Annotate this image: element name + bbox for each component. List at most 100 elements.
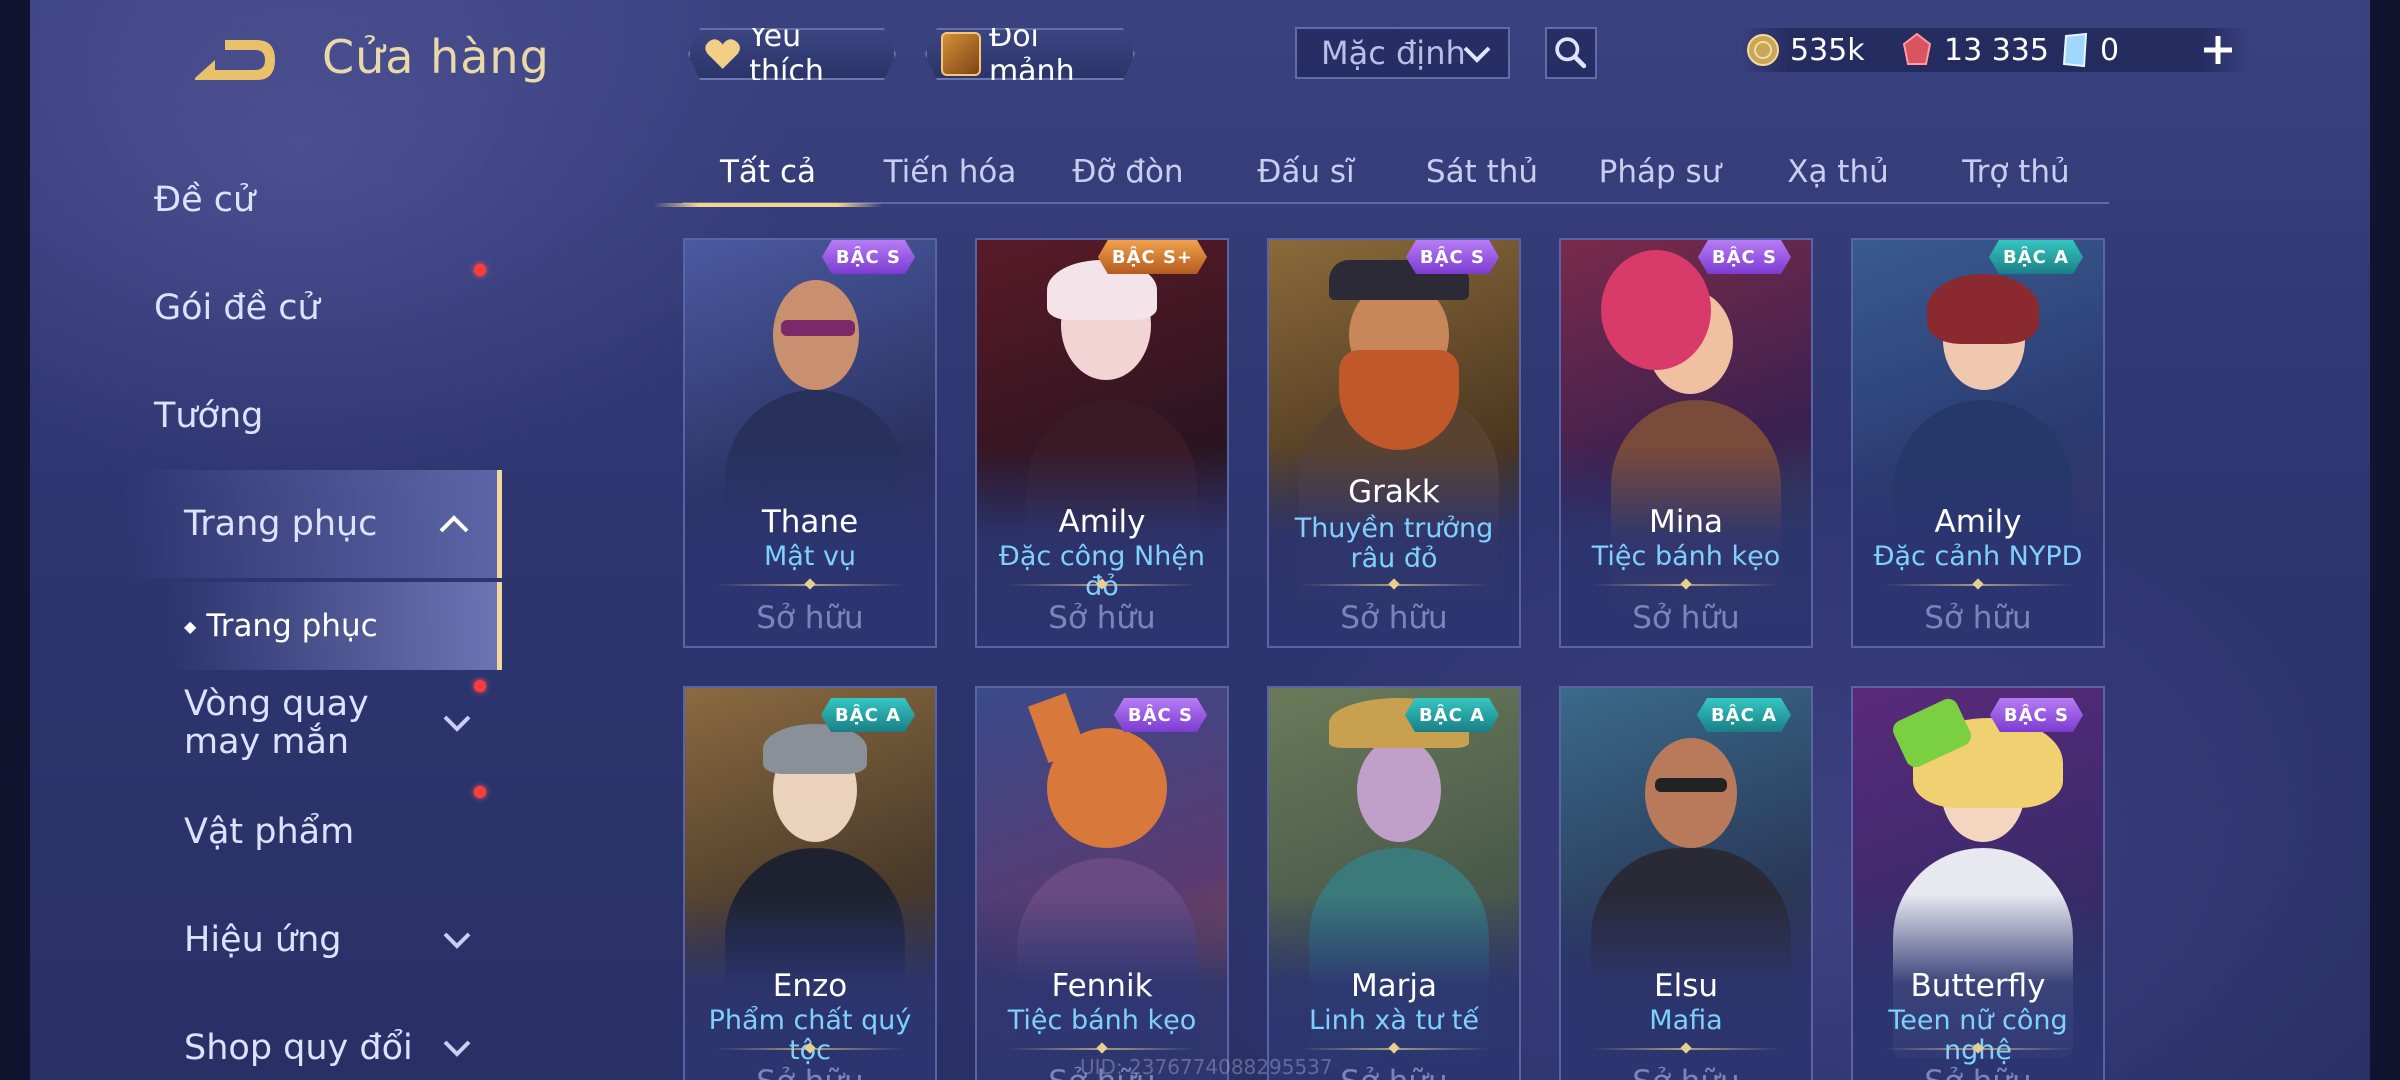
- tab-mage[interactable]: Pháp sư: [1575, 140, 1745, 204]
- ownership-status: Sở hữu: [756, 600, 864, 636]
- gold-coin-icon: [1747, 34, 1779, 66]
- skin-name: Linh xà tư tế: [1309, 1005, 1479, 1036]
- sidebar-item-skins[interactable]: Trang phục: [30, 470, 502, 578]
- tab-tank[interactable]: Đỡ đòn: [1043, 140, 1213, 204]
- tier-badge: BẬC S: [1990, 698, 2083, 732]
- skin-card[interactable]: BẬC S Mina Tiệc bánh kẹo Sở hữu: [1559, 238, 1813, 648]
- sidebar-subitem-skins[interactable]: ◆ Trang phục: [30, 582, 502, 670]
- hero-name: Amily: [1934, 504, 2022, 540]
- skin-card[interactable]: BẬC A Marja Linh xà tư tế Sở hữu: [1267, 686, 1521, 1080]
- tab-assassin[interactable]: Sát thủ: [1397, 140, 1567, 204]
- skin-name: Teen nữ công nghệ: [1888, 1005, 2068, 1066]
- search-icon[interactable]: [1545, 27, 1597, 79]
- card-divider: [1299, 1048, 1489, 1050]
- shard-chest-icon: [941, 32, 981, 76]
- tab-fighter[interactable]: Đấu sĩ: [1221, 140, 1391, 204]
- skin-card[interactable]: BẬC S Butterfly Teen nữ công nghệ Sở hữu: [1851, 686, 2105, 1080]
- ownership-status: Sở hữu: [1853, 1064, 2103, 1080]
- chevron-up-icon: [439, 515, 469, 533]
- card-divider: [1883, 1048, 2073, 1050]
- tier-badge: BẬC S: [1698, 240, 1791, 274]
- sidebar-item-heroes[interactable]: Tướng: [0, 362, 472, 470]
- sidebar-item-label: Vật phẩm: [184, 812, 355, 852]
- skin-name: Đặc công Nhện đỏ: [998, 541, 1206, 602]
- favorites-label: Yêu thích: [749, 19, 824, 89]
- sidebar-item-featured[interactable]: Đề cử: [0, 146, 472, 254]
- hero-name: Marja: [1350, 968, 1438, 1004]
- sidebar-item-label: Hiệu ứng: [184, 920, 342, 960]
- sidebar-item-label: Gói đề cử: [154, 288, 320, 328]
- sidebar-item-items[interactable]: Vật phẩm: [30, 778, 502, 886]
- skin-card[interactable]: BẬC S Thane Mật vụ Sở hữu: [683, 238, 937, 648]
- sidebar-item-effects[interactable]: Hiệu ứng: [30, 886, 502, 994]
- skin-name: Tiệc bánh kẹo: [1007, 1005, 1197, 1036]
- shop-screen: Cửa hàng Yêu thích Đổi mảnh Mặc định 535…: [0, 0, 2400, 1080]
- shard-exchange-button[interactable]: Đổi mảnh: [925, 28, 1135, 80]
- skin-name: Thuyền trưởng râu đỏ: [1294, 513, 1494, 574]
- voucher-amount: 13 335: [1944, 32, 2049, 68]
- uid-watermark: UID: 2376774088295537: [1080, 1055, 1333, 1079]
- sort-dropdown[interactable]: Mặc định: [1295, 27, 1510, 79]
- ticket-amount: 0: [2100, 32, 2120, 68]
- back-arrow-icon[interactable]: [185, 30, 280, 90]
- chevron-down-icon: [443, 1040, 471, 1057]
- sidebar-item-label: Shop quy đổi: [184, 1028, 413, 1068]
- skin-card[interactable]: BẬC A Amily Đặc cảnh NYPD Sở hữu: [1851, 238, 2105, 648]
- tier-badge: BẬC S: [1406, 240, 1499, 274]
- skin-name: Mafia: [1649, 1005, 1723, 1036]
- role-tabs: Tất cả Tiến hóa Đỡ đòn Đấu sĩ Sát thủ Ph…: [653, 140, 2109, 207]
- tab-marksman[interactable]: Xạ thủ: [1753, 140, 1923, 204]
- skin-card[interactable]: BẬC S Fennik Tiệc bánh kẹo Sở hữu: [975, 686, 1229, 1080]
- favorites-button[interactable]: Yêu thích: [688, 28, 896, 80]
- skin-name: Tiệc bánh kẹo: [1591, 541, 1781, 572]
- sidebar-subitem-label: Trang phục: [206, 608, 378, 644]
- skin-name: Đặc cảnh NYPD: [1873, 541, 2083, 572]
- gold-currency: 535k: [1746, 28, 1865, 72]
- page-title: Cửa hàng: [322, 30, 550, 84]
- card-divider: [715, 1048, 905, 1050]
- sidebar-item-featured-packs[interactable]: Gói đề cử: [0, 254, 472, 362]
- sidebar-item-exchange-shop[interactable]: Shop quy đổi: [30, 994, 502, 1080]
- skin-card[interactable]: BẬC S Grakk Thuyền trưởng râu đỏ Sở hữu: [1267, 238, 1521, 648]
- hero-name: Thane: [761, 504, 859, 540]
- skin-name: Phẩm chất quý tộc: [708, 1005, 912, 1066]
- ownership-status: Sở hữu: [1048, 600, 1156, 636]
- ownership-status: Sở hữu: [1340, 600, 1448, 636]
- tab-support[interactable]: Trợ thủ: [1931, 140, 2101, 204]
- ownership-status: Sở hữu: [685, 1064, 935, 1080]
- skin-card[interactable]: BẬC A Enzo Phẩm chất quý tộc Sở hữu: [683, 686, 937, 1080]
- diamond-bullet-icon: ◆: [184, 616, 197, 636]
- card-divider: [1007, 584, 1197, 586]
- sidebar-item-label: Trang phục: [184, 504, 378, 544]
- tier-badge: BẬC A: [1697, 698, 1791, 732]
- tab-all[interactable]: Tất cả: [653, 140, 883, 207]
- sidebar-item-lucky-wheel[interactable]: Vòng quay may mắn: [30, 672, 502, 774]
- tab-evolution[interactable]: Tiến hóa: [865, 140, 1035, 204]
- skin-card[interactable]: BẬC S+ Amily Đặc công Nhện đỏ Sở hữu: [975, 238, 1229, 648]
- sidebar-item-label: Vòng quay may mắn: [184, 684, 369, 762]
- gold-amount: 535k: [1790, 32, 1865, 68]
- heart-icon: [704, 36, 741, 72]
- sort-value: Mặc định: [1321, 34, 1466, 72]
- skin-card[interactable]: BẬC A Elsu Mafia Sở hữu: [1559, 686, 1813, 1080]
- card-divider: [1591, 584, 1781, 586]
- hero-name: Grakk: [1348, 474, 1440, 510]
- notification-dot: [474, 264, 486, 276]
- card-divider: [1591, 1048, 1781, 1050]
- hero-name: Butterfly: [1910, 968, 2046, 1004]
- hero-name: Enzo: [772, 968, 848, 1004]
- screen-edge-right: [2370, 0, 2400, 1080]
- ownership-status: Sở hữu: [1924, 600, 2032, 636]
- ownership-status: Sở hữu: [1561, 1064, 1811, 1080]
- hero-name: Fennik: [1051, 968, 1153, 1004]
- card-divider: [1883, 584, 2073, 586]
- chevron-down-icon: [443, 715, 471, 732]
- tier-badge: BẬC S: [822, 240, 915, 274]
- card-divider: [1007, 1048, 1197, 1050]
- tier-badge: BẬC A: [1405, 698, 1499, 732]
- tier-badge: BẬC S: [1114, 698, 1207, 732]
- ownership-status: Sở hữu: [1632, 600, 1740, 636]
- plus-icon[interactable]: [2196, 28, 2240, 72]
- tier-badge: BẬC A: [1989, 240, 2083, 274]
- voucher-gem-icon: [1902, 32, 1932, 65]
